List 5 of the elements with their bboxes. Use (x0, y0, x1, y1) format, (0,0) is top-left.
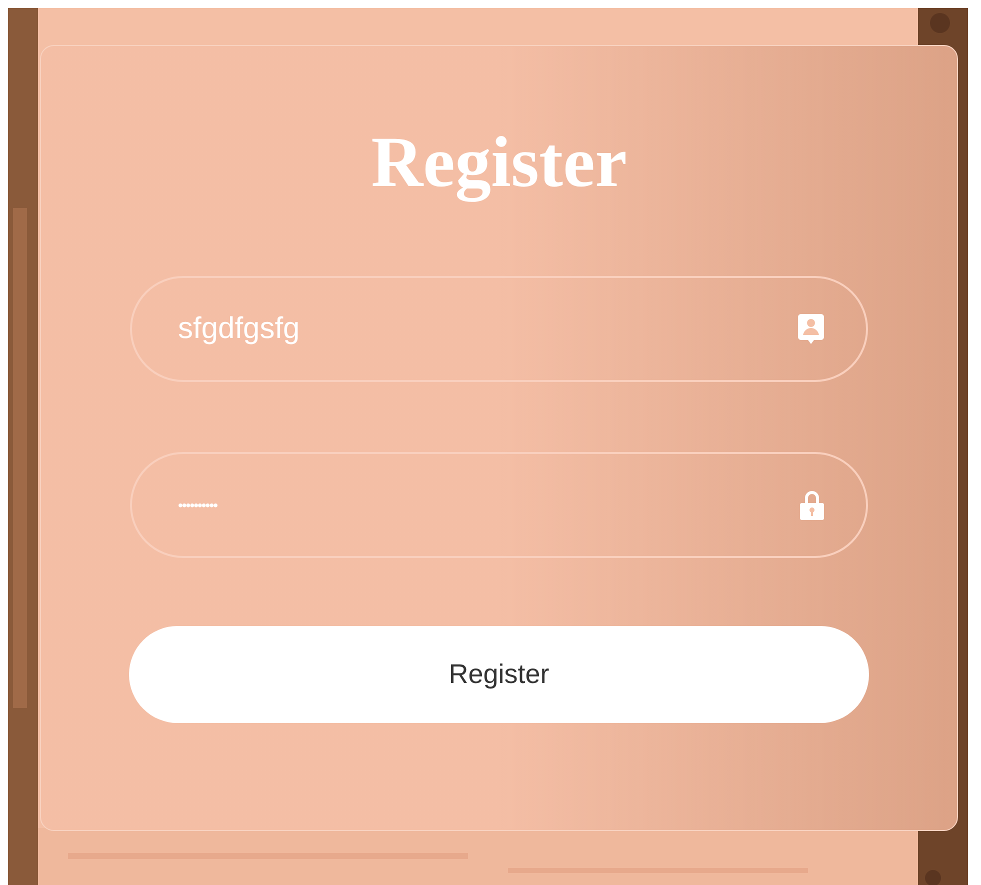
register-button[interactable]: Register (129, 626, 869, 723)
username-field[interactable]: sfgdfgsfg (130, 276, 868, 382)
password-field[interactable]: •••••••••• (130, 452, 868, 558)
lock-icon (800, 490, 824, 520)
user-card-icon (798, 314, 824, 344)
